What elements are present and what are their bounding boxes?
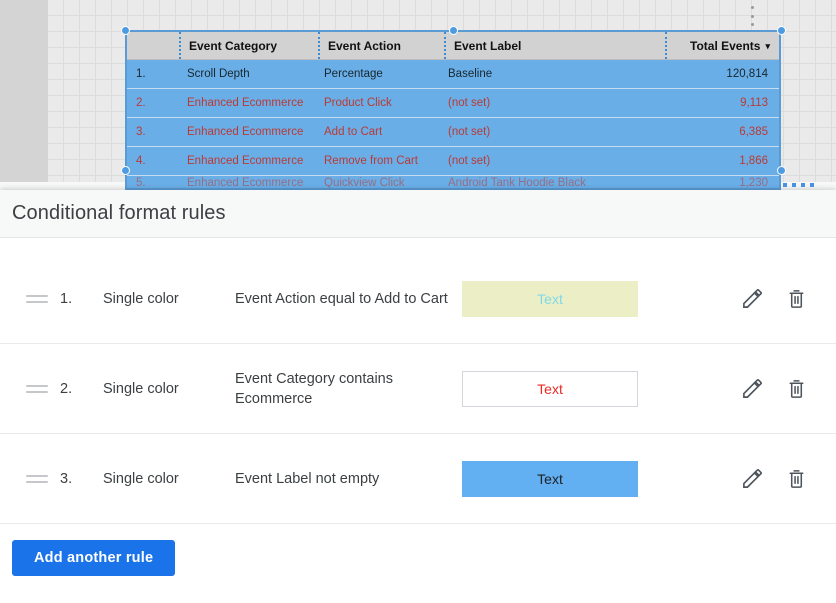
total-events-label: Total Events	[690, 39, 760, 53]
table-overflow-menu-icon[interactable]	[746, 5, 758, 27]
table-row[interactable]: 5. Enhanced Ecommerce Quickview Click An…	[127, 176, 779, 190]
rule-row[interactable]: 1. Single color Event Action equal to Ad…	[0, 254, 836, 344]
rule-row[interactable]: 3. Single color Event Label not empty Te…	[0, 434, 836, 524]
cell-event-label: (not set)	[440, 155, 659, 167]
cell-event-action: Add to Cart	[316, 126, 440, 138]
event-table-widget[interactable]: Event Category Event Action Event Label …	[125, 30, 781, 190]
panel-footer: Add another rule	[0, 524, 836, 576]
table-header-row: Event Category Event Action Event Label …	[127, 32, 779, 60]
cell-event-category: Scroll Depth	[179, 68, 316, 80]
rule-row[interactable]: 2. Single color Event Category contains …	[0, 344, 836, 434]
edit-rule-button[interactable]	[730, 457, 774, 501]
delete-rule-button[interactable]	[774, 457, 818, 501]
trash-icon	[785, 467, 808, 490]
delete-rule-button[interactable]	[774, 277, 818, 321]
row-index: 1.	[127, 68, 179, 80]
cell-event-label: (not set)	[440, 97, 659, 109]
report-canvas: Event Category Event Action Event Label …	[0, 0, 836, 195]
table-header-event-action[interactable]: Event Action	[320, 39, 444, 53]
sort-descending-icon[interactable]: ▾	[765, 41, 770, 52]
edit-rule-button[interactable]	[730, 367, 774, 411]
delete-rule-button[interactable]	[774, 367, 818, 411]
cell-event-action: Quickview Click	[316, 177, 440, 189]
table-header-event-category[interactable]: Event Category	[181, 39, 318, 53]
drag-handle-icon[interactable]	[26, 295, 48, 303]
cell-total-events: 6,385	[659, 126, 779, 138]
cell-event-action: Remove from Cart	[316, 155, 440, 167]
row-index: 2.	[127, 97, 179, 109]
edit-rule-button[interactable]	[730, 277, 774, 321]
rules-list: 1. Single color Event Action equal to Ad…	[0, 238, 836, 524]
panel-resize-grip[interactable]	[783, 183, 814, 187]
cell-event-action: Percentage	[316, 68, 440, 80]
rule-preview-text: Text	[537, 381, 563, 397]
rule-number: 3.	[48, 471, 103, 487]
table-row[interactable]: 1. Scroll Depth Percentage Baseline 120,…	[127, 60, 779, 89]
trash-icon	[785, 287, 808, 310]
table-row[interactable]: 2. Enhanced Ecommerce Product Click (not…	[127, 89, 779, 118]
rule-preview-text: Text	[537, 291, 563, 307]
pencil-icon	[741, 377, 764, 400]
cell-event-category: Enhanced Ecommerce	[179, 126, 316, 138]
rule-condition: Event Category contains Ecommerce	[235, 369, 460, 409]
cell-total-events: 1,866	[659, 155, 779, 167]
table-header-total-events[interactable]: Total Events ▾	[667, 39, 779, 53]
rule-type: Single color	[103, 471, 235, 487]
rule-number: 1.	[48, 291, 103, 307]
row-index: 3.	[127, 126, 179, 138]
rule-preview-swatch: Text	[462, 281, 638, 317]
page-title: Conditional format rules	[12, 202, 226, 225]
rule-condition: Event Label not empty	[235, 469, 460, 489]
selection-handle-top-center[interactable]	[449, 26, 458, 35]
table-row[interactable]: 3. Enhanced Ecommerce Add to Cart (not s…	[127, 118, 779, 147]
cell-event-action: Product Click	[316, 97, 440, 109]
rule-type: Single color	[103, 291, 235, 307]
cell-event-category: Enhanced Ecommerce	[179, 155, 316, 167]
cell-event-label: Baseline	[440, 68, 659, 80]
cell-event-category: Enhanced Ecommerce	[179, 177, 316, 189]
cell-event-category: Enhanced Ecommerce	[179, 97, 316, 109]
table-header-event-label[interactable]: Event Label	[446, 39, 665, 53]
drag-handle-icon[interactable]	[26, 475, 48, 483]
add-another-rule-button[interactable]: Add another rule	[12, 540, 175, 576]
pencil-icon	[741, 467, 764, 490]
rule-preview-text: Text	[537, 471, 563, 487]
selection-handle-top-left[interactable]	[121, 26, 130, 35]
row-index: 4.	[127, 155, 179, 167]
selection-handle-bottom-left[interactable]	[121, 166, 130, 175]
cell-total-events: 120,814	[659, 68, 779, 80]
table-row[interactable]: 4. Enhanced Ecommerce Remove from Cart (…	[127, 147, 779, 176]
panel-header: Conditional format rules	[0, 190, 836, 238]
selection-handle-top-right[interactable]	[777, 26, 786, 35]
cell-event-label: Android Tank Hoodie Black	[440, 177, 659, 189]
rule-condition: Event Action equal to Add to Cart	[235, 289, 460, 309]
trash-icon	[785, 377, 808, 400]
rule-preview-swatch: Text	[462, 371, 638, 407]
rule-type: Single color	[103, 381, 235, 397]
pencil-icon	[741, 287, 764, 310]
rule-number: 2.	[48, 381, 103, 397]
cell-event-label: (not set)	[440, 126, 659, 138]
selection-handle-bottom-right[interactable]	[777, 166, 786, 175]
drag-handle-icon[interactable]	[26, 385, 48, 393]
cell-total-events: 9,113	[659, 97, 779, 109]
cell-total-events: 1,230	[659, 177, 779, 189]
conditional-format-rules-panel: Conditional format rules 1. Single color…	[0, 190, 836, 603]
rule-preview-swatch: Text	[462, 461, 638, 497]
row-index: 5.	[127, 177, 179, 189]
